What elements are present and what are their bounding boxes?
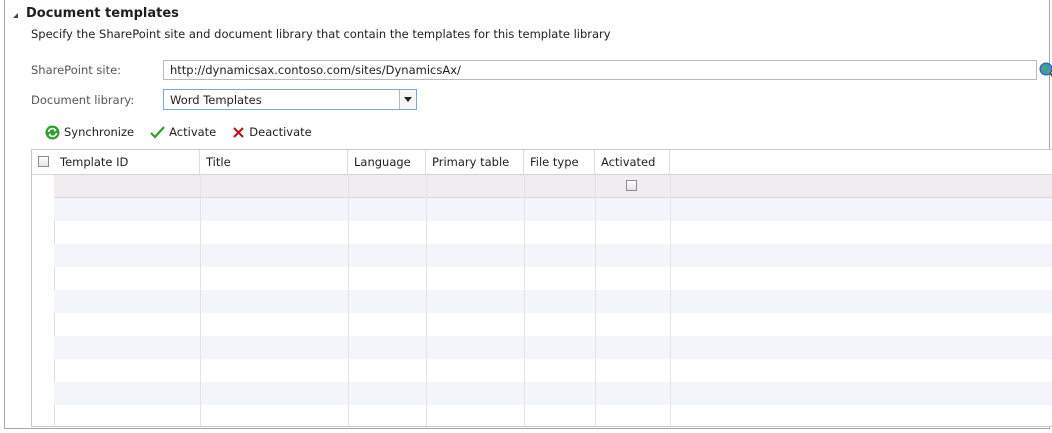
- column-divider: [595, 174, 596, 426]
- section-title: Document templates: [26, 5, 179, 21]
- document-library-select[interactable]: Word Templates: [163, 89, 417, 110]
- column-header-language[interactable]: Language: [348, 150, 426, 174]
- grid-header: Template ID Title Language Primary table…: [32, 150, 1052, 175]
- select-all-checkbox[interactable]: [38, 156, 49, 167]
- synchronize-button[interactable]: Synchronize: [45, 125, 134, 140]
- column-divider: [426, 174, 427, 426]
- x-icon: [233, 126, 245, 138]
- table-row[interactable]: [54, 336, 1052, 359]
- row-selector-column: [32, 150, 55, 426]
- chevron-down-icon: [404, 97, 412, 102]
- checkmark-icon: [150, 125, 165, 139]
- column-header-primary-table[interactable]: Primary table: [426, 150, 524, 174]
- document-library-label: Document library:: [31, 93, 135, 107]
- document-templates-panel: Document templates Specify the SharePoin…: [4, 0, 1052, 429]
- deactivate-label: Deactivate: [249, 125, 312, 139]
- activate-button[interactable]: Activate: [150, 125, 216, 139]
- table-row[interactable]: [54, 405, 1052, 426]
- site-lookup-button[interactable]: [1039, 61, 1052, 79]
- grid-toolbar: Synchronize Activate Deactivate: [45, 122, 328, 142]
- column-divider: [348, 174, 349, 426]
- sync-icon: [45, 125, 60, 139]
- section-header[interactable]: Document templates: [13, 4, 179, 22]
- dropdown-button[interactable]: [399, 90, 416, 109]
- new-row[interactable]: [54, 175, 1052, 198]
- table-row[interactable]: [54, 221, 1052, 244]
- table-row[interactable]: [54, 290, 1052, 313]
- column-divider: [200, 174, 201, 426]
- table-row[interactable]: [54, 359, 1052, 382]
- table-row[interactable]: [54, 313, 1052, 336]
- column-divider: [524, 174, 525, 426]
- globe-search-icon: [1039, 62, 1052, 78]
- activated-checkbox[interactable]: [626, 180, 637, 191]
- sharepoint-site-input[interactable]: [163, 60, 1037, 80]
- sharepoint-site-label: SharePoint site:: [31, 63, 122, 77]
- table-row[interactable]: [54, 382, 1052, 405]
- column-divider: [670, 174, 671, 426]
- templates-grid: Template ID Title Language Primary table…: [31, 149, 1052, 427]
- collapse-arrow-icon[interactable]: [13, 12, 18, 18]
- column-header-title[interactable]: Title: [200, 150, 348, 174]
- section-description: Specify the SharePoint site and document…: [31, 27, 611, 41]
- synchronize-label: Synchronize: [64, 125, 135, 139]
- activate-label: Activate: [169, 125, 217, 139]
- column-header-template-id[interactable]: Template ID: [54, 150, 200, 174]
- table-row[interactable]: [54, 244, 1052, 267]
- deactivate-button[interactable]: Deactivate: [232, 125, 312, 139]
- column-header-file-type[interactable]: File type: [524, 150, 595, 174]
- table-row[interactable]: [54, 267, 1052, 290]
- document-library-value: Word Templates: [170, 92, 262, 107]
- table-row[interactable]: [54, 198, 1052, 221]
- column-header-activated[interactable]: Activated: [595, 150, 670, 174]
